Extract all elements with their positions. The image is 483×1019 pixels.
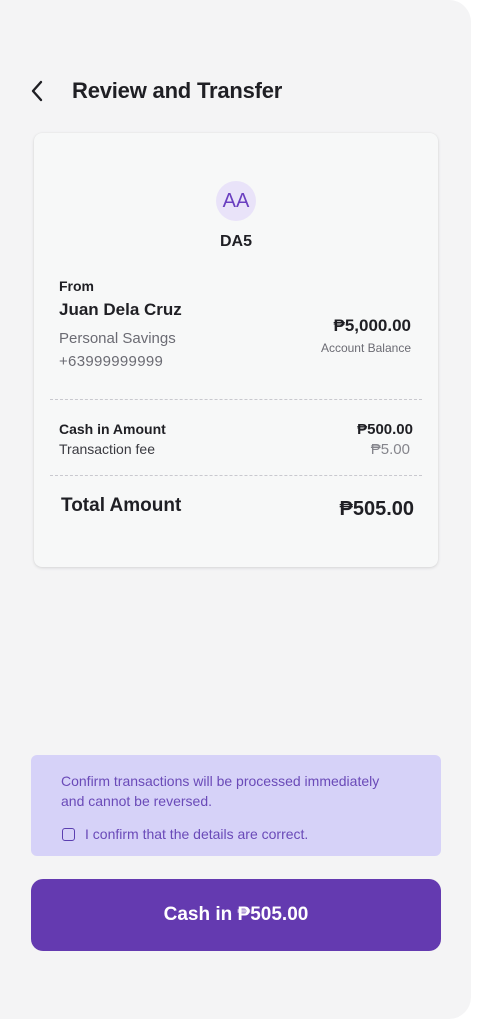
from-label: From	[59, 278, 94, 294]
confirm-checkbox-row[interactable]: I confirm that the details are correct.	[62, 826, 308, 842]
confirm-label: I confirm that the details are correct.	[85, 826, 309, 842]
review-card: AA DA5 From Juan Dela Cruz Personal Savi…	[34, 133, 438, 567]
notice-text: Confirm transactions will be processed i…	[61, 773, 380, 809]
sender-name: Juan Dela Cruz	[59, 300, 182, 319]
avatar: AA	[216, 181, 256, 221]
total-amount-value: ₱505.00	[339, 498, 414, 520]
confirm-checkbox[interactable]	[62, 827, 75, 841]
account-balance-label: Account Balance	[320, 341, 411, 355]
cash-in-amount-value: ₱500.00	[357, 421, 413, 438]
cash-in-amount-label: Cash in Amount	[59, 421, 166, 437]
screen: Review and Transfer AA DA5 From Juan Del…	[0, 0, 471, 1019]
transaction-fee-label: Transaction fee	[59, 441, 155, 457]
account-balance: ₱5,000.00	[333, 316, 411, 335]
page-title: Review and Transfer	[72, 78, 283, 103]
cash-in-button[interactable]: Cash in ₱505.00	[31, 879, 441, 951]
recipient-name: DA5	[219, 233, 252, 250]
transaction-fee-value: ₱5.00	[370, 441, 410, 458]
divider	[50, 475, 422, 476]
account-type: Personal Savings	[59, 330, 176, 347]
confirmation-notice: Confirm transactions will be processed i…	[31, 755, 441, 856]
header: Review and Transfer	[30, 74, 282, 108]
chevron-left-icon	[31, 80, 43, 102]
total-amount-label: Total Amount	[61, 495, 182, 516]
back-button[interactable]	[30, 75, 58, 107]
sender-phone: +63999999999	[59, 353, 164, 370]
divider	[50, 399, 422, 400]
